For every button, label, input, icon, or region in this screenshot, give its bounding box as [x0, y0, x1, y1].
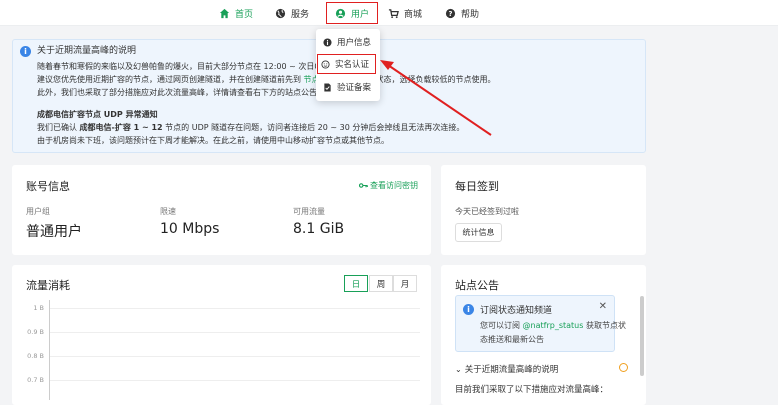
- info-icon: i: [463, 304, 474, 315]
- y-gridline: [50, 332, 420, 333]
- subscribe-text-2: 获取节点状: [583, 321, 626, 330]
- announcement-item-title: 关于近期流量高峰的说明: [464, 365, 559, 375]
- traffic-usage-title: 流量消耗: [26, 279, 70, 292]
- daily-checkin-card: 每日签到 今天已经签到过啦 统计信息: [441, 165, 646, 255]
- y-gridline: [50, 380, 420, 381]
- announcement-item-toggle[interactable]: ⌄ 关于近期流量高峰的说明: [455, 363, 559, 376]
- pin-icon: [619, 363, 628, 372]
- y-gridline: [50, 356, 420, 357]
- user-group-label: 用户组: [26, 207, 50, 216]
- view-access-key-link[interactable]: 查看访问密钥: [359, 180, 418, 191]
- tab-day[interactable]: 日: [344, 275, 368, 292]
- subscribe-notice: i 订阅状态通知频道 ✕ 您可以订阅 @natfrp_status 获取节点状 …: [455, 295, 626, 352]
- y-axis-line: [49, 300, 50, 400]
- subscribe-title: 订阅状态通知频道: [480, 306, 553, 316]
- close-icon[interactable]: ✕: [599, 301, 607, 312]
- tab-week[interactable]: 周: [369, 275, 393, 292]
- speed-limit-label: 限速: [160, 207, 176, 216]
- account-info-title: 账号信息: [26, 180, 70, 193]
- traffic-available-label: 可用流量: [293, 207, 325, 216]
- key-icon: [359, 183, 368, 188]
- announcement-scrollbar[interactable]: [640, 296, 644, 376]
- view-access-key-label: 查看访问密钥: [370, 181, 418, 190]
- site-announcement-title: 站点公告: [455, 279, 499, 292]
- subscribe-text-line-2: 态推送和最新公告: [480, 335, 544, 344]
- subscribe-text-line-1: 您可以订阅 @natfrp_status 获取节点状: [480, 320, 626, 331]
- stats-button[interactable]: 统计信息: [455, 223, 502, 242]
- announcement-item-text: 目前我们采取了以下措施应对流量高峰：: [455, 385, 609, 395]
- y-tick-label: 0.8 B: [27, 352, 44, 360]
- y-tick-label: 0.7 B: [27, 376, 44, 384]
- user-group-value: 普通用户: [26, 224, 82, 240]
- subscribe-text-1: 您可以订阅: [480, 321, 523, 330]
- tab-month[interactable]: 月: [393, 275, 417, 292]
- speed-limit-value: 10 Mbps: [160, 221, 220, 237]
- chevron-down-icon: ⌄: [455, 364, 462, 374]
- y-gridline: [50, 308, 420, 309]
- y-tick-label: 0.9 B: [27, 328, 44, 336]
- account-info-card: 账号信息 查看访问密钥 用户组 普通用户 限速 10 Mbps 可用流量 8.1…: [12, 165, 431, 255]
- daily-checkin-title: 每日签到: [455, 180, 499, 193]
- subscribe-handle-link[interactable]: @natfrp_status: [523, 321, 584, 330]
- checkin-status: 今天已经签到过啦: [455, 207, 519, 216]
- y-tick-label: 1 B: [33, 304, 44, 312]
- traffic-available-value: 8.1 GiB: [293, 221, 345, 237]
